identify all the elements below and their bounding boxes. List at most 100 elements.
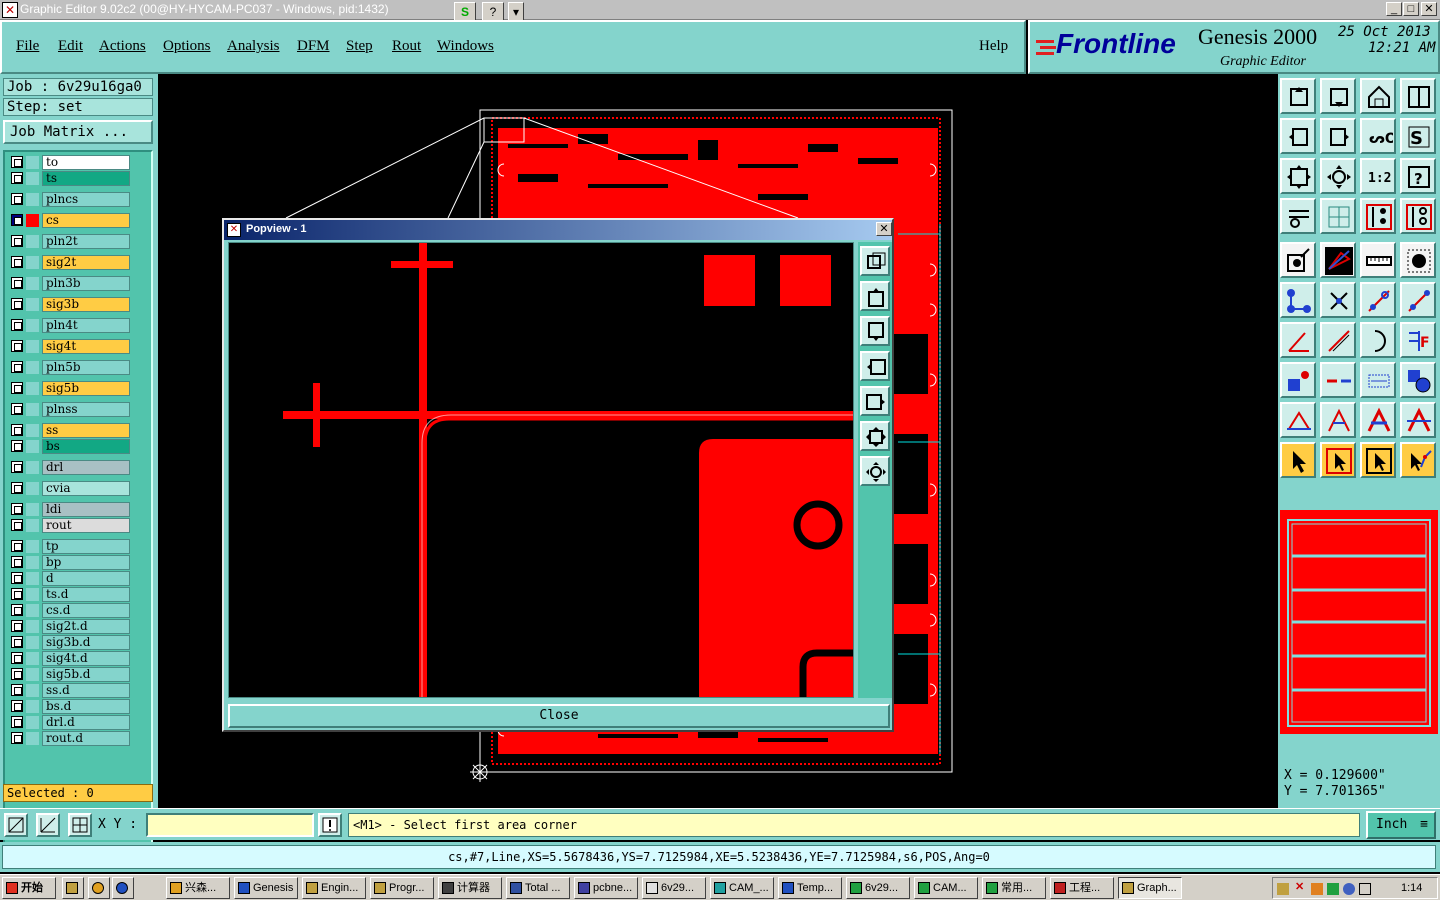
a-outline-tool[interactable]: [1400, 402, 1436, 438]
select-area-tool[interactable]: [1360, 442, 1396, 478]
layer-checkbox[interactable]: [11, 636, 23, 648]
layer-row[interactable]: bs.d: [8, 699, 130, 714]
layer-row[interactable]: cvia: [8, 481, 130, 496]
layer-color-swatch[interactable]: [26, 668, 39, 681]
fillet-tool[interactable]: F: [1400, 322, 1436, 358]
unit-selector[interactable]: Inch ≡: [1366, 811, 1436, 839]
taskbar-task[interactable]: Engin...: [302, 877, 366, 899]
one-to-one-zoom-tool[interactable]: 1:2: [1360, 158, 1396, 194]
layer-checkbox[interactable]: [11, 684, 23, 696]
layer-checkbox[interactable]: [11, 700, 23, 712]
layer-color-swatch[interactable]: [26, 684, 39, 697]
layer-name[interactable]: sig4t: [42, 339, 130, 354]
layer-row[interactable]: cs.d: [8, 603, 130, 618]
layer-name[interactable]: pln2t: [42, 234, 130, 249]
layer-checkbox[interactable]: [11, 193, 23, 205]
split-view-tool[interactable]: [1400, 78, 1436, 114]
tray-network-icon[interactable]: [1327, 883, 1339, 895]
layer-row[interactable]: ts.d: [8, 587, 130, 602]
layer-row[interactable]: sig3b.d: [8, 635, 130, 650]
layer-checkbox[interactable]: [11, 572, 23, 584]
layer-color-swatch[interactable]: [26, 732, 39, 745]
layer-color-swatch[interactable]: [26, 440, 39, 453]
a-shape-tool[interactable]: [1320, 402, 1356, 438]
layer-row[interactable]: pln4t: [8, 318, 130, 333]
move-node-tool[interactable]: [1360, 282, 1396, 318]
layer-row[interactable]: plncs: [8, 192, 130, 207]
snap-tool[interactable]: S: [1400, 118, 1436, 154]
job-matrix-button[interactable]: Job Matrix ...: [3, 120, 153, 144]
menu-step[interactable]: Step: [346, 38, 373, 55]
layer-row[interactable]: pln2t: [8, 234, 130, 249]
menu-windows[interactable]: Windows: [437, 38, 494, 55]
layer-row[interactable]: bp: [8, 555, 130, 570]
layer-name[interactable]: sig3b: [42, 297, 130, 312]
layer-color-swatch[interactable]: [26, 503, 39, 516]
layer-row[interactable]: drl: [8, 460, 130, 475]
layer-row[interactable]: sig4t: [8, 339, 130, 354]
layer-checkbox[interactable]: [11, 668, 23, 680]
home-view-tool[interactable]: [1360, 78, 1396, 114]
layer-name[interactable]: cvia: [42, 481, 130, 496]
layer-color-swatch[interactable]: [26, 193, 39, 206]
layer-checkbox[interactable]: [11, 277, 23, 289]
popview-pan-right-icon[interactable]: [860, 386, 890, 416]
layer-row[interactable]: bs: [8, 439, 130, 454]
layer-name[interactable]: pln4t: [42, 318, 130, 333]
layer-row[interactable]: sig5b.d: [8, 667, 130, 682]
zoom-fit-tool[interactable]: [1280, 158, 1316, 194]
arc-tool[interactable]: [1360, 322, 1396, 358]
layer-checkbox[interactable]: [11, 172, 23, 184]
copy-shape-tool[interactable]: [1400, 362, 1436, 398]
layer-row[interactable]: drl.d: [8, 715, 130, 730]
layer-name[interactable]: plncs: [42, 192, 130, 207]
layer-row[interactable]: sig5b: [8, 381, 130, 396]
popview-close-icon[interactable]: ✕: [876, 222, 892, 236]
add-node-tool[interactable]: [1400, 282, 1436, 318]
popview-pan-down-icon[interactable]: [860, 316, 890, 346]
layer-color-swatch[interactable]: [26, 540, 39, 553]
delete-node-tool[interactable]: [1320, 282, 1356, 318]
layer-row[interactable]: ldi: [8, 502, 130, 517]
layer-name[interactable]: sig2t: [42, 255, 130, 270]
layer-checkbox[interactable]: [11, 652, 23, 664]
tray-shield-icon[interactable]: [1343, 883, 1355, 895]
pad-add-tool[interactable]: [1280, 362, 1316, 398]
layer-color-swatch[interactable]: [26, 461, 39, 474]
swap-view-tool[interactable]: ᔕO: [1360, 118, 1396, 154]
layer-color-swatch[interactable]: [26, 277, 39, 290]
distance-tool[interactable]: [1360, 362, 1396, 398]
layer-name[interactable]: sig3b.d: [42, 635, 130, 650]
layer-row[interactable]: sig4t.d: [8, 651, 130, 666]
layer-name[interactable]: pln3b: [42, 276, 130, 291]
add-feature-tool[interactable]: [1280, 242, 1316, 278]
snap-grid-icon[interactable]: [68, 813, 92, 837]
zoom-window-icon[interactable]: [4, 813, 28, 837]
layer-checkbox[interactable]: [11, 235, 23, 247]
layer-checkbox[interactable]: [11, 340, 23, 352]
zoom-down-tool[interactable]: [1320, 78, 1356, 114]
taskbar-task[interactable]: Graph...: [1118, 877, 1182, 899]
query-tool[interactable]: ?: [1400, 158, 1436, 194]
tray-app-icon[interactable]: [1311, 883, 1323, 895]
layer-name[interactable]: bs.d: [42, 699, 130, 714]
layers-off-tool[interactable]: [1400, 198, 1436, 234]
layer-color-swatch[interactable]: [26, 620, 39, 633]
popview-title-bar[interactable]: ✕ Popview - 1 ✕: [224, 220, 892, 240]
popview-close-button[interactable]: Close: [228, 704, 890, 728]
popview-pan-left-icon[interactable]: [860, 351, 890, 381]
tray-pencil-icon[interactable]: [1277, 883, 1289, 895]
layer-color-swatch[interactable]: [26, 604, 39, 617]
taskbar-task[interactable]: 兴森...: [166, 877, 230, 899]
start-button[interactable]: 开始: [2, 877, 56, 899]
menu-options[interactable]: Options: [163, 38, 211, 55]
layer-name[interactable]: to: [42, 155, 130, 170]
draw-polygon-tool[interactable]: [1320, 242, 1356, 278]
layer-checkbox[interactable]: [11, 503, 23, 515]
layer-name[interactable]: bp: [42, 555, 130, 570]
taskbar-task[interactable]: Progr...: [370, 877, 434, 899]
layer-name[interactable]: rout.d: [42, 731, 130, 746]
xy-input[interactable]: [146, 813, 314, 837]
zoom-home-tool[interactable]: [1280, 78, 1316, 114]
layer-name[interactable]: cs: [42, 213, 130, 228]
